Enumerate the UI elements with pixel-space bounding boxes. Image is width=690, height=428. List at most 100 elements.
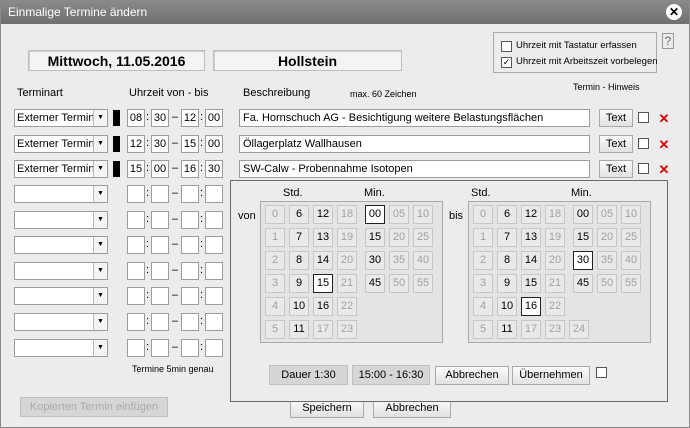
time-field[interactable] xyxy=(127,236,145,254)
checkbox-keyboard[interactable] xyxy=(501,40,512,52)
hour-cell[interactable]: 3 xyxy=(265,274,285,293)
hour-cell[interactable]: 5 xyxy=(265,320,285,339)
terminart-select[interactable]: ▼ xyxy=(14,262,108,280)
chevron-down-icon[interactable]: ▼ xyxy=(93,237,107,253)
time-field[interactable] xyxy=(151,236,169,254)
hour-cell[interactable]: 6 xyxy=(289,205,309,224)
hour-cell[interactable]: 4 xyxy=(265,297,285,316)
minute-cell[interactable]: 45 xyxy=(365,274,385,293)
hour-cell[interactable]: 23 xyxy=(337,320,357,339)
hour-cell[interactable]: 19 xyxy=(337,228,357,247)
time-field[interactable]: 08 xyxy=(127,109,145,127)
hour-cell[interactable]: 15 xyxy=(313,274,333,293)
time-field[interactable] xyxy=(181,313,199,331)
time-field[interactable] xyxy=(205,287,223,305)
minute-cell[interactable]: 35 xyxy=(597,251,617,270)
hour-cell[interactable]: 16 xyxy=(313,297,333,316)
minute-cell[interactable]: 50 xyxy=(597,274,617,293)
picker-checkbox[interactable] xyxy=(596,367,607,378)
hour-cell[interactable]: 7 xyxy=(289,228,309,247)
time-field[interactable] xyxy=(181,236,199,254)
time-field[interactable] xyxy=(127,313,145,331)
apply-button[interactable]: Übernehmen xyxy=(512,366,590,385)
description-input[interactable]: Öllagerplatz Wallhausen xyxy=(239,135,590,153)
hour-cell[interactable]: 22 xyxy=(337,297,357,316)
time-field[interactable]: 15 xyxy=(127,160,145,178)
time-field[interactable]: 30 xyxy=(205,160,223,178)
minute-cell[interactable]: 05 xyxy=(597,205,617,224)
hour-cell[interactable]: 12 xyxy=(313,205,333,224)
minute-cell[interactable]: 40 xyxy=(413,251,433,270)
minute-cell[interactable]: 30 xyxy=(573,251,593,270)
chevron-down-icon[interactable]: ▼ xyxy=(93,110,107,126)
hour-cell[interactable]: 20 xyxy=(545,251,565,270)
time-field[interactable] xyxy=(181,211,199,229)
chevron-down-icon[interactable]: ▼ xyxy=(93,314,107,330)
hour-cell[interactable]: 9 xyxy=(497,274,517,293)
hour-cell[interactable]: 8 xyxy=(497,251,517,270)
hint-checkbox[interactable] xyxy=(638,112,649,123)
time-field[interactable]: 12 xyxy=(181,109,199,127)
time-field[interactable] xyxy=(127,211,145,229)
hour-cell[interactable]: 19 xyxy=(545,228,565,247)
minute-cell[interactable]: 20 xyxy=(389,228,409,247)
time-field[interactable] xyxy=(151,262,169,280)
option-keyboard[interactable]: Uhrzeit mit Tastatur erfassen xyxy=(501,39,637,53)
hour-cell[interactable]: 2 xyxy=(265,251,285,270)
time-field[interactable] xyxy=(151,185,169,203)
hour-cell[interactable]: 4 xyxy=(473,297,493,316)
minute-cell[interactable]: 35 xyxy=(389,251,409,270)
time-field[interactable] xyxy=(127,185,145,203)
hour-cell[interactable]: 14 xyxy=(521,251,541,270)
hint-checkbox[interactable] xyxy=(638,163,649,174)
hour-cell[interactable]: 15 xyxy=(521,274,541,293)
hour-cell[interactable]: 0 xyxy=(473,205,493,224)
time-field[interactable] xyxy=(205,339,223,357)
chevron-down-icon[interactable]: ▼ xyxy=(93,136,107,152)
time-field[interactable]: 30 xyxy=(151,109,169,127)
delete-icon[interactable]: ✕ xyxy=(657,138,671,152)
delete-icon[interactable]: ✕ xyxy=(657,163,671,177)
hour-cell[interactable]: 2 xyxy=(473,251,493,270)
terminart-select[interactable]: Externer Termin ▼ xyxy=(14,135,108,153)
time-field[interactable] xyxy=(205,313,223,331)
hour-cell[interactable]: 0 xyxy=(265,205,285,224)
hour-cell[interactable]: 22 xyxy=(545,297,565,316)
minute-cell[interactable]: 05 xyxy=(389,205,409,224)
hour-cell[interactable]: 17 xyxy=(521,320,541,339)
hour-cell[interactable]: 9 xyxy=(289,274,309,293)
hour-cell[interactable]: 11 xyxy=(497,320,517,339)
minute-cell[interactable]: 10 xyxy=(621,205,641,224)
hour-cell[interactable]: 8 xyxy=(289,251,309,270)
hint-checkbox[interactable] xyxy=(638,138,649,149)
time-field[interactable] xyxy=(127,287,145,305)
terminart-select[interactable]: ▼ xyxy=(14,211,108,229)
time-field[interactable] xyxy=(181,185,199,203)
hour-cell[interactable]: 6 xyxy=(497,205,517,224)
chevron-down-icon[interactable]: ▼ xyxy=(93,186,107,202)
hour-cell[interactable]: 23 xyxy=(545,320,565,339)
hour-cell[interactable]: 24 xyxy=(569,320,589,339)
time-field[interactable] xyxy=(181,262,199,280)
chevron-down-icon[interactable]: ▼ xyxy=(93,288,107,304)
minute-cell[interactable]: 00 xyxy=(573,205,593,224)
terminart-select[interactable]: ▼ xyxy=(14,236,108,254)
time-field[interactable] xyxy=(151,313,169,331)
minute-cell[interactable]: 25 xyxy=(413,228,433,247)
time-field[interactable] xyxy=(151,287,169,305)
hour-cell[interactable]: 3 xyxy=(473,274,493,293)
chevron-down-icon[interactable]: ▼ xyxy=(93,161,107,177)
text-button[interactable]: Text xyxy=(599,160,633,178)
chevron-down-icon[interactable]: ▼ xyxy=(93,263,107,279)
terminart-select[interactable]: ▼ xyxy=(14,313,108,331)
delete-icon[interactable]: ✕ xyxy=(657,112,671,126)
time-field[interactable]: 00 xyxy=(151,160,169,178)
minute-cell[interactable]: 10 xyxy=(413,205,433,224)
hour-cell[interactable]: 13 xyxy=(521,228,541,247)
minute-cell[interactable]: 50 xyxy=(389,274,409,293)
hour-cell[interactable]: 1 xyxy=(265,228,285,247)
time-field[interactable]: 30 xyxy=(151,135,169,153)
text-button[interactable]: Text xyxy=(599,135,633,153)
time-field[interactable] xyxy=(181,339,199,357)
hour-cell[interactable]: 18 xyxy=(545,205,565,224)
